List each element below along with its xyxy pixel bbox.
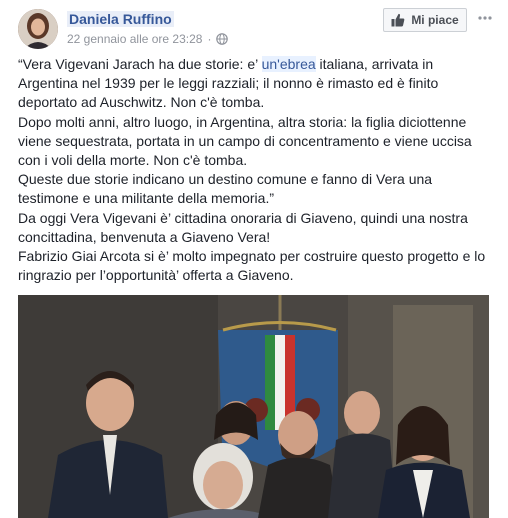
post-text: “Vera Vigevani Jarach ha due storie: e’ … [18, 55, 498, 285]
highlighted-word-link[interactable]: un'ebrea [261, 56, 316, 72]
post-text-segment: italiana, arrivata in [315, 56, 434, 72]
post-timestamp-link[interactable]: 22 gennaio alle ore 23:28 [67, 32, 202, 46]
globe-icon[interactable] [216, 33, 229, 45]
post-text-line: concittadina, benvenuta a Giaveno Vera! [18, 228, 271, 245]
post-text-line: Queste due storie indicano un destino co… [18, 171, 433, 188]
post-text-line: con i voli della morte. Non c'è tomba. [18, 152, 248, 169]
post-options-button[interactable] [475, 8, 495, 28]
post-text-segment: “Vera Vigevani Jarach ha due storie: e’ [18, 56, 262, 72]
post-text-line: testimone e una militante della memoria.… [18, 190, 275, 207]
separator-dot: · [207, 32, 212, 46]
page-like-button[interactable]: Mi piace [383, 8, 467, 32]
post-text-line: “Vera Vigevani Jarach ha due storie: e’ … [18, 55, 498, 74]
avatar-photo [18, 9, 58, 49]
post-text-line: Da oggi Vera Vigevani è’ cittadina onora… [18, 209, 468, 226]
post-text-line: Dopo molti anni, altro luogo, in Argenti… [18, 113, 467, 130]
post-text-line: Fabrizio Giai Arcota si è’ molto impegna… [18, 248, 486, 265]
more-horizontal-icon [478, 16, 492, 20]
post-meta: 22 gennaio alle ore 23:28 · [67, 32, 229, 46]
thumbs-up-icon [391, 13, 405, 27]
post-photo[interactable] [18, 295, 489, 518]
author-avatar[interactable] [18, 9, 58, 49]
post-text-line: ringrazio per l’opportunità’ offerta a G… [18, 267, 294, 284]
post-text-line: viene sequestrata, portata in un campo d… [18, 132, 472, 149]
author-name-link[interactable]: Daniela Ruffino [67, 11, 174, 27]
facebook-post: Daniela Ruffino 22 gennaio alle ore 23:2… [0, 0, 508, 518]
like-label: Mi piace [411, 13, 459, 27]
group-photo-image [18, 295, 489, 518]
post-text-line: deportato ad Auschwitz. Non c'è tomba. [18, 94, 265, 111]
post-text-line: Argentina nel 1939 per le leggi razziali… [18, 75, 439, 92]
